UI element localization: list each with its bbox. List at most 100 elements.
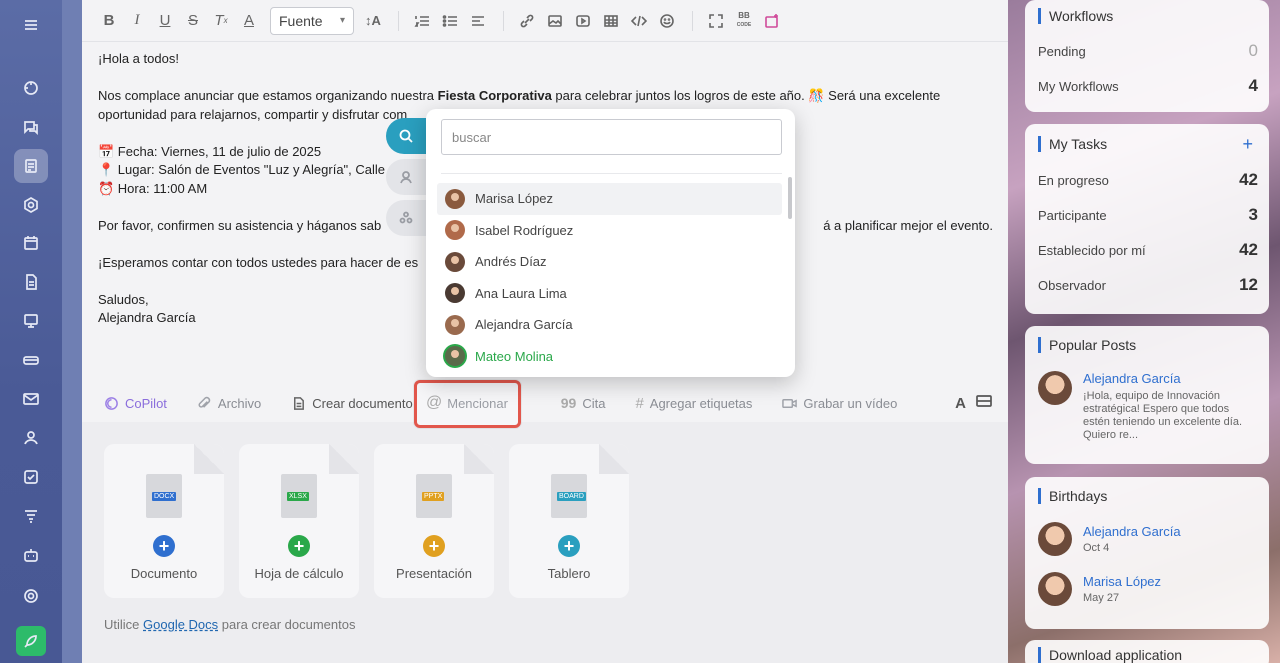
- mention-button[interactable]: @ Mencionar: [426, 394, 508, 412]
- document-card[interactable]: DOCX + Documento: [104, 444, 224, 598]
- user-list: Marisa López Isabel Rodríguez Andrés Díaz A…: [437, 183, 782, 372]
- users-tab-icon[interactable]: [386, 159, 426, 195]
- emoji-icon[interactable]: [654, 8, 680, 34]
- post-excerpt-l4: Quiero re...: [1083, 429, 1139, 441]
- user-list-item[interactable]: Alejandra García: [437, 309, 782, 341]
- row-label: Pending: [1038, 43, 1086, 59]
- add-tags-button[interactable]: # Agregar etiquetas: [635, 395, 752, 412]
- tasks-row[interactable]: Participante 3: [1038, 205, 1258, 225]
- documents-icon[interactable]: [14, 265, 48, 299]
- para2-before: Por favor, confirmen su asistencia y hág…: [98, 217, 382, 233]
- birthday-item[interactable]: Marisa López May 27: [1038, 572, 1161, 606]
- bbcode-icon[interactable]: BB CODE: [731, 8, 757, 34]
- chat-icon[interactable]: [14, 110, 48, 144]
- presentation-icon[interactable]: [14, 304, 48, 338]
- image-icon[interactable]: [542, 8, 568, 34]
- settings-icon[interactable]: [14, 579, 48, 613]
- rocket-icon[interactable]: [16, 626, 46, 656]
- document-card[interactable]: XLSX + Hoja de cálculo: [239, 444, 359, 598]
- popular-post-item[interactable]: Alejandra García ¡Hola, equipo de Innova…: [1038, 371, 1242, 442]
- plus-icon[interactable]: +: [423, 535, 445, 557]
- create-document-button[interactable]: Crear documento: [291, 396, 413, 411]
- user-list-item[interactable]: Marisa López: [437, 183, 782, 215]
- drive-icon[interactable]: [14, 343, 48, 377]
- text-format-button[interactable]: A: [955, 395, 966, 412]
- download-widget[interactable]: Download application: [1025, 640, 1269, 663]
- quote-button[interactable]: 99 Cita: [561, 395, 606, 411]
- code-icon[interactable]: [626, 8, 652, 34]
- plus-icon[interactable]: +: [288, 535, 310, 557]
- contacts-icon[interactable]: [14, 421, 48, 455]
- paperclip-icon: [198, 396, 211, 408]
- bullet-list-icon[interactable]: [437, 8, 463, 34]
- video-icon[interactable]: [570, 8, 596, 34]
- popular-posts-widget: Popular Posts Alejandra García ¡Hola, eq…: [1025, 326, 1269, 464]
- clear-format-icon[interactable]: Tx: [208, 8, 234, 34]
- panel-toggle-icon[interactable]: [976, 393, 992, 413]
- tasks-title: My Tasks: [1038, 136, 1107, 152]
- copilot-button[interactable]: CoPilot: [104, 396, 167, 411]
- birthday-name[interactable]: Marisa López: [1083, 574, 1161, 589]
- para1-before: Nos complace anunciar que estamos organi…: [98, 88, 438, 103]
- link-icon[interactable]: [514, 8, 540, 34]
- tasks-row[interactable]: En progreso 42: [1038, 170, 1258, 190]
- table-icon[interactable]: [598, 8, 624, 34]
- calendar-icon[interactable]: [14, 226, 48, 260]
- file-button[interactable]: Archivo: [197, 396, 261, 411]
- quote-icon: 99: [560, 395, 577, 411]
- underline-button[interactable]: U: [152, 8, 178, 34]
- chevron-down-icon: ▾: [339, 15, 345, 26]
- strikethrough-button[interactable]: S: [180, 8, 206, 34]
- user-list-item[interactable]: Andrés Díaz: [437, 246, 782, 278]
- plus-icon[interactable]: +: [558, 535, 580, 557]
- post-author[interactable]: Alejandra García: [1083, 371, 1242, 386]
- tasks-row[interactable]: Observador 12: [1038, 275, 1258, 295]
- document-cards: DOCX + Documento XLSX + Hoja de cálculo PPTX + P…: [104, 444, 629, 598]
- hash-icon: #: [635, 394, 644, 412]
- align-icon[interactable]: [465, 8, 491, 34]
- search-input[interactable]: [441, 119, 782, 155]
- workflows-row-pending[interactable]: Pending 0: [1038, 41, 1258, 61]
- camera-icon: [782, 398, 798, 408]
- groups-icon[interactable]: [14, 188, 48, 222]
- numbered-list-icon[interactable]: [409, 8, 435, 34]
- bold-button[interactable]: B: [96, 8, 122, 34]
- workflows-row-my[interactable]: My Workflows 4: [1038, 76, 1258, 96]
- posts-icon[interactable]: [14, 149, 48, 183]
- user-list-item[interactable]: Ana Laura Lima: [437, 278, 782, 310]
- mail-icon[interactable]: [14, 382, 48, 416]
- fullscreen-icon[interactable]: [703, 8, 729, 34]
- filter-icon[interactable]: [14, 499, 48, 533]
- record-video-button[interactable]: Grabar un vídeo: [782, 396, 897, 411]
- document-card[interactable]: BOARD + Tablero: [509, 444, 629, 598]
- robot-icon[interactable]: [14, 538, 48, 572]
- tasks-icon[interactable]: [14, 460, 48, 494]
- user-list-item[interactable]: Isabel Rodríguez: [437, 215, 782, 247]
- row-label: Establecido por mí: [1038, 242, 1146, 258]
- groups-tab-icon[interactable]: [386, 200, 426, 236]
- add-task-icon[interactable]: +: [1242, 135, 1253, 153]
- plus-icon[interactable]: +: [153, 535, 175, 557]
- font-select[interactable]: Fuente ▾: [270, 6, 354, 35]
- formatting-toolbar: B I U S Tx A Fuente ▾ ↕A BB CODE: [82, 0, 1008, 42]
- italic-button[interactable]: I: [124, 8, 150, 34]
- tasks-row[interactable]: Establecido por mí 42: [1038, 240, 1258, 260]
- google-docs-link[interactable]: Google Docs: [143, 617, 218, 632]
- text-color-icon[interactable]: A: [236, 8, 262, 34]
- user-name: Alejandra García: [475, 317, 573, 333]
- user-list-item[interactable]: Mateo Molina: [437, 341, 782, 373]
- ai-image-icon[interactable]: [759, 8, 785, 34]
- menu-icon[interactable]: [14, 8, 48, 42]
- action-right-group: A: [955, 393, 992, 413]
- row-label: Observador: [1038, 277, 1106, 293]
- para1-after: para celebrar juntos los logros de este …: [551, 88, 941, 103]
- feed-icon[interactable]: [14, 71, 48, 105]
- row-value: 4: [1248, 76, 1258, 95]
- search-tab-icon[interactable]: [386, 118, 426, 154]
- scrollbar[interactable]: [788, 177, 792, 219]
- card-label: Documento: [130, 566, 198, 581]
- font-size-icon[interactable]: ↕A: [360, 8, 386, 34]
- birthday-item[interactable]: Alejandra García Oct 4: [1038, 522, 1181, 556]
- document-card[interactable]: PPTX + Presentación: [374, 444, 494, 598]
- birthday-name[interactable]: Alejandra García: [1083, 524, 1181, 539]
